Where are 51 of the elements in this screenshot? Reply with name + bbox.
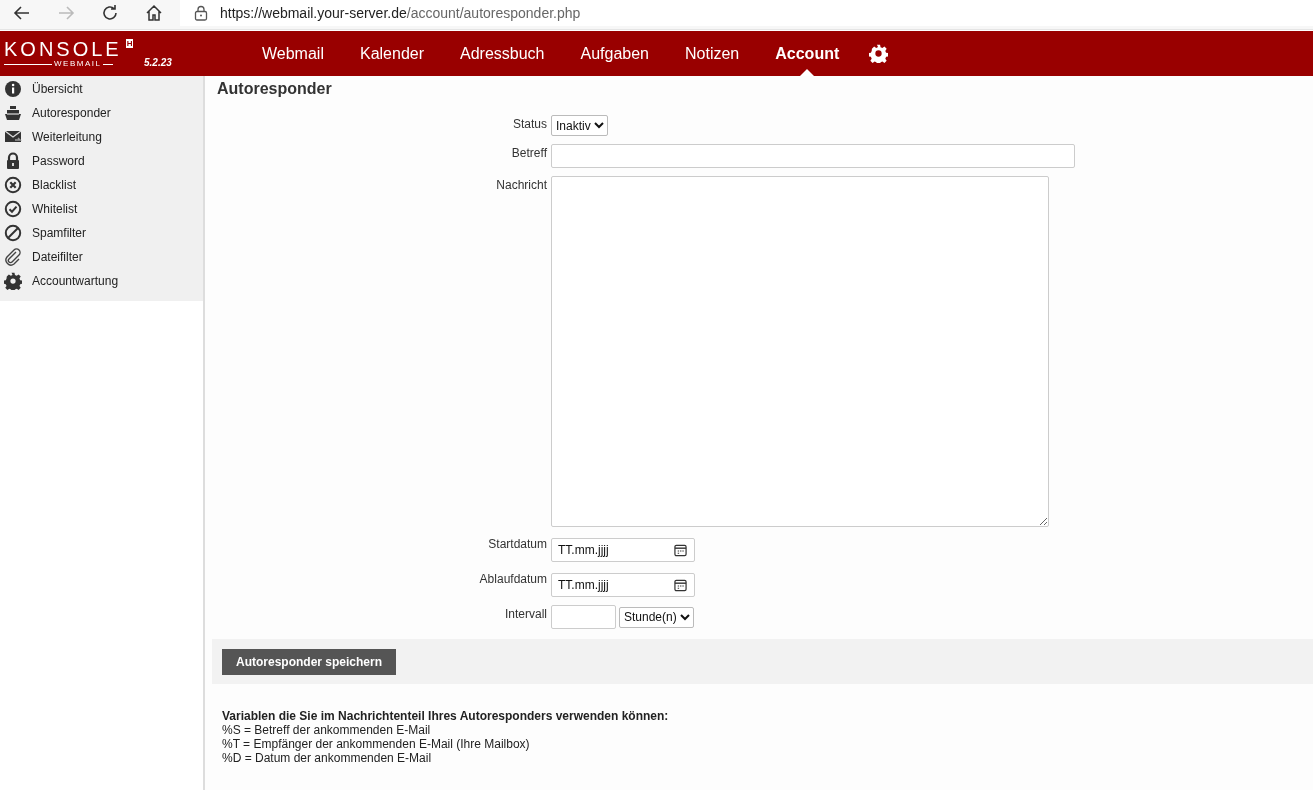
help-text: %D = Datum der ankommenden E-Mail [222, 751, 433, 765]
lock-icon [194, 5, 208, 21]
message-field[interactable] [551, 176, 1049, 527]
sidebar-item[interactable]: Accountwartung [0, 269, 203, 293]
field-label: Ablaufdatum [478, 571, 547, 588]
sidebar-item[interactable]: Dateifilter [0, 245, 203, 269]
nav-tab[interactable]: Kalender [341, 31, 442, 76]
interval-unit-select[interactable]: Stunde(n) [619, 606, 694, 628]
logo: KONSOLE H WEBMAIL [3, 39, 135, 68]
help-text: %T = Empfänger der ankommenden E-Mail (Ihre Mailbox) [222, 737, 531, 751]
save-button[interactable]: Autoresponder speichern [222, 648, 396, 675]
home-icon[interactable] [144, 3, 164, 23]
end-date-field[interactable]: TT.mm.jjjj [551, 573, 695, 597]
prohibited-icon [4, 224, 22, 242]
sidebar-item[interactable]: Spamfilter [0, 221, 203, 245]
sidebar-item[interactable]: Übersicht [0, 77, 203, 101]
version-label: 5.2.23 [144, 57, 173, 68]
page-title: Autoresponder [217, 80, 333, 98]
field-label: Status [511, 116, 547, 133]
subject-field[interactable] [551, 144, 1075, 168]
sidebar-item[interactable]: Password [0, 149, 203, 173]
calendar-icon[interactable] [674, 578, 687, 592]
sidebar-item[interactable]: Autoresponder [0, 101, 203, 125]
sidebar-item[interactable]: Whitelist [0, 197, 203, 221]
check-circle-icon [4, 200, 22, 218]
nav-tab[interactable]: Notizen [667, 31, 758, 76]
address-bar[interactable]: https://webmail.your-server.de/account/autoresponder.php [180, 0, 1313, 26]
field-label: Intervall [503, 606, 547, 623]
interval-field[interactable] [551, 605, 616, 629]
ship-icon [4, 104, 22, 122]
nav-tab[interactable]: Aufgaben [562, 31, 667, 76]
lock-icon [4, 152, 22, 170]
sidebar-item[interactable]: Blacklist [0, 173, 203, 197]
field-label: Betreff [510, 145, 547, 162]
sidebar-item[interactable]: Weiterleitung [0, 125, 203, 149]
reload-icon[interactable] [100, 3, 120, 23]
field-label: Startdatum [487, 536, 547, 553]
status-select[interactable]: Inaktiv [551, 115, 608, 136]
nav-tab[interactable]: Account [757, 31, 858, 76]
gear-icon [4, 272, 22, 290]
help-text: %S = Betreff der ankommenden E-Mail [222, 723, 432, 737]
start-date-field[interactable]: TT.mm.jjjj [551, 538, 695, 562]
nav-tab[interactable]: Webmail [244, 31, 342, 76]
x-circle-icon [4, 176, 22, 194]
paperclip-icon [4, 248, 22, 266]
help-title: Variablen die Sie im Nachrichtenteil Ihres Autoresponders verwenden können: [222, 709, 670, 723]
field-label: Nachricht [495, 177, 547, 194]
nav-tab[interactable]: Adressbuch [442, 31, 563, 76]
calendar-icon[interactable] [674, 543, 687, 557]
info-icon [4, 80, 22, 98]
settings-icon[interactable] [869, 44, 889, 63]
